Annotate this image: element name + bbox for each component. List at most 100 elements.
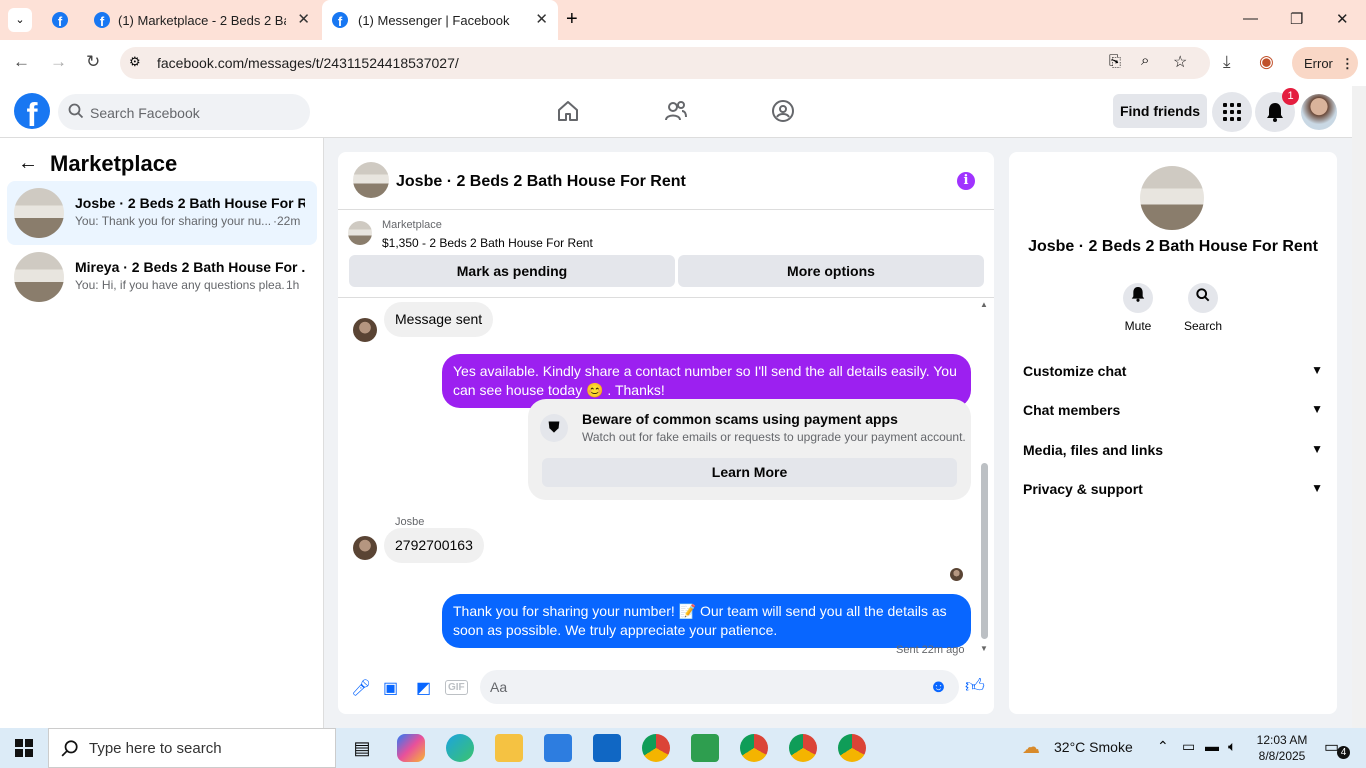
scroll-down-icon[interactable]: ▼ xyxy=(980,644,988,653)
close-tab-icon[interactable]: ✕ xyxy=(535,12,548,28)
more-options-button[interactable]: More options xyxy=(678,255,984,287)
chrome-profile-icon[interactable] xyxy=(789,734,817,762)
tab-marketplace[interactable]: f (1) Marketplace - 2 Beds 2 Bath ✕ xyxy=(84,0,320,40)
microphone-icon[interactable]: 🎤︎ xyxy=(351,678,371,698)
chat-title[interactable]: Josbe · 2 Beds 2 Bath House For Rent xyxy=(396,173,686,191)
file-explorer-icon[interactable] xyxy=(495,734,523,762)
conversation-preview: You: Hi, if you have any questions plea.… xyxy=(75,278,285,292)
back-icon[interactable]: ← xyxy=(13,52,30,72)
message-input[interactable]: Aa xyxy=(480,670,959,704)
search-input[interactable]: Search Facebook xyxy=(58,94,310,130)
section-label: Media, files and links xyxy=(1023,442,1164,458)
thumbs-up-icon[interactable]: 👍︎ xyxy=(965,675,985,698)
close-window-icon[interactable]: ✕ xyxy=(1336,10,1349,28)
chat-avatar[interactable] xyxy=(353,162,389,198)
sender-avatar xyxy=(353,318,377,342)
minimize-icon[interactable]: — xyxy=(1243,10,1258,27)
volume-icon[interactable]: 🔈︎ xyxy=(1228,738,1236,755)
chrome-profile-icon[interactable] xyxy=(740,734,768,762)
friends-icon[interactable] xyxy=(664,99,688,128)
notification-count-badge: 4 xyxy=(1337,746,1350,759)
facebook-favicon-icon: f xyxy=(52,12,68,28)
listing-thumbnail[interactable] xyxy=(348,221,372,245)
facebook-header: f Search Facebook Find friends 1 xyxy=(0,86,1352,138)
chrome-profile-icon[interactable] xyxy=(838,734,866,762)
pinned-tab-facebook[interactable]: f xyxy=(52,12,68,28)
mark-as-pending-button[interactable]: Mark as pending xyxy=(349,255,675,287)
address-bar[interactable]: ⚙ facebook.com/messages/t/24311524418537… xyxy=(120,47,1210,79)
photo-icon[interactable]: ▣ xyxy=(383,678,398,698)
menu-grid-button[interactable] xyxy=(1212,92,1252,132)
tab-title: (1) Marketplace - 2 Beds 2 Bath xyxy=(118,12,286,28)
find-friends-button[interactable]: Find friends xyxy=(1113,94,1207,128)
error-button[interactable]: Error ⋮ xyxy=(1292,47,1358,79)
start-button[interactable] xyxy=(0,728,48,768)
learn-more-button[interactable]: Learn More xyxy=(542,458,957,487)
message-list[interactable]: Message sent Yes available. Kindly share… xyxy=(338,298,994,656)
search-in-chat-button[interactable] xyxy=(1188,283,1218,313)
scam-warning-title: Beware of common scams using payment app… xyxy=(582,411,898,427)
conversation-name: Josbe · 2 Beds 2 Bath House For R... xyxy=(75,195,305,211)
new-tab-icon[interactable]: + xyxy=(566,8,578,31)
conversation-item-mireya[interactable]: Mireya · 2 Beds 2 Bath House For ... You… xyxy=(7,245,317,309)
mute-button[interactable] xyxy=(1123,283,1153,313)
media-files-links-section[interactable]: Media, files and links ▼ xyxy=(1023,442,1323,470)
info-panel-title: Josbe · 2 Beds 2 Bath House For Rent xyxy=(1028,238,1318,255)
listing-thumbnail xyxy=(14,252,64,302)
menu-dots-icon[interactable]: ⋮ xyxy=(1341,56,1354,71)
scroll-up-icon[interactable]: ▲ xyxy=(980,300,988,309)
conversation-sidebar: ← Marketplace Josbe · 2 Beds 2 Bath Hous… xyxy=(0,138,324,728)
forward-icon[interactable]: → xyxy=(50,52,67,72)
edge-icon[interactable] xyxy=(446,734,474,762)
bookmark-star-icon[interactable]: ☆ xyxy=(1173,52,1187,72)
tab-search-button[interactable]: ⌄ xyxy=(8,8,32,32)
chat-members-section[interactable]: Chat members ▼ xyxy=(1023,402,1323,430)
chrome-icon[interactable] xyxy=(642,734,670,762)
stocks-icon[interactable] xyxy=(691,734,719,762)
store-icon[interactable] xyxy=(544,734,572,762)
show-hidden-icons[interactable]: ⌃ xyxy=(1157,738,1169,755)
chat-avatar-large xyxy=(1140,166,1204,230)
search-label: Search xyxy=(1183,319,1223,333)
restore-icon[interactable]: ❐ xyxy=(1290,10,1303,28)
info-icon[interactable]: i xyxy=(957,172,975,190)
install-app-icon[interactable]: ⎘ xyxy=(1109,53,1121,70)
system-clock[interactable]: 12:03 AM 8/8/2025 xyxy=(1250,732,1314,764)
groups-icon[interactable] xyxy=(771,99,795,128)
copilot-icon[interactable] xyxy=(397,734,425,762)
privacy-support-section[interactable]: Privacy & support ▼ xyxy=(1023,481,1323,509)
message-bubble: Thank you for sharing your number! 📝 Our… xyxy=(442,594,971,648)
facebook-favicon-icon: f xyxy=(94,12,110,28)
profile-avatar[interactable] xyxy=(1301,94,1337,130)
close-tab-icon[interactable]: ✕ xyxy=(297,12,310,28)
home-icon[interactable] xyxy=(556,99,580,128)
message-composer: 🎤︎ ▣ ◩ GIF Aa ☻ 👍︎ xyxy=(338,668,994,714)
page-scrollbar[interactable] xyxy=(1352,86,1366,728)
conversation-item-josbe[interactable]: Josbe · 2 Beds 2 Bath House For R... You… xyxy=(7,181,317,245)
outlook-icon[interactable] xyxy=(593,734,621,762)
weather-icon[interactable]: ☁ xyxy=(1022,737,1040,758)
profile-icon[interactable]: ◉ xyxy=(1259,52,1274,72)
customize-chat-section[interactable]: Customize chat ▼ xyxy=(1023,363,1323,391)
reload-icon[interactable]: ↻ xyxy=(86,52,100,72)
back-arrow-icon[interactable]: ← xyxy=(18,152,38,175)
emoji-icon[interactable]: ☻ xyxy=(929,676,948,697)
weather-text[interactable]: 32°C Smoke xyxy=(1054,739,1133,755)
zoom-icon[interactable]: ⌕ xyxy=(1141,52,1149,69)
clock-date: 8/8/2025 xyxy=(1258,749,1306,763)
chat-scrollbar[interactable] xyxy=(981,463,988,639)
tab-messenger[interactable]: f (1) Messenger | Facebook ✕ xyxy=(322,0,558,40)
sticker-icon[interactable]: ◩ xyxy=(416,678,431,698)
network-icon[interactable]: ▭ xyxy=(1182,738,1195,755)
bell-icon xyxy=(1131,287,1145,302)
windows-logo-icon xyxy=(15,739,33,757)
battery-icon[interactable]: ▬ xyxy=(1205,738,1219,754)
site-info-icon[interactable]: ⚙ xyxy=(129,54,141,70)
listing-banner: Marketplace $1,350 - 2 Beds 2 Bath House… xyxy=(338,210,994,298)
listing-price[interactable]: $1,350 - 2 Beds 2 Bath House For Rent xyxy=(382,236,593,250)
task-view-icon[interactable]: ▤ xyxy=(348,734,376,762)
gif-icon[interactable]: GIF xyxy=(445,680,468,695)
taskbar-search-input[interactable]: Type here to search xyxy=(48,728,336,768)
downloads-icon[interactable]: ⤓ xyxy=(1223,52,1231,72)
facebook-logo[interactable]: f xyxy=(14,93,50,129)
